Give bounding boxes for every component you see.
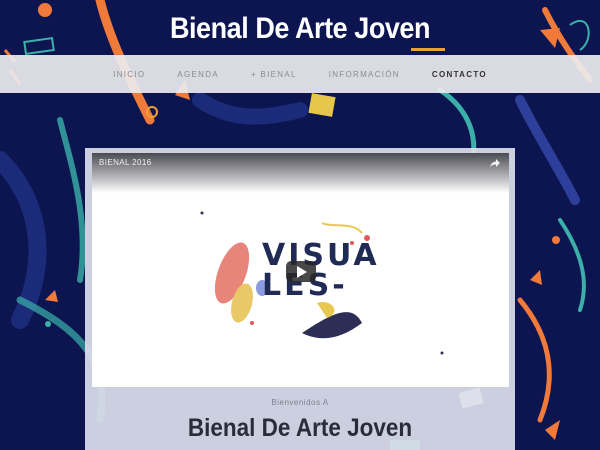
nav-item-mas-bienal[interactable]: + BIENAL — [235, 70, 313, 79]
site-title[interactable]: Bienal De Arte Joven — [30, 12, 570, 46]
title-accent-line — [411, 48, 445, 51]
nav-item-informacion[interactable]: INFORMACIÓN — [313, 70, 416, 79]
artwork-text-line2: LES- — [262, 268, 348, 303]
nav-item-agenda[interactable]: AGENDA — [161, 70, 235, 79]
nav-item-inicio[interactable]: INICIO — [97, 70, 161, 79]
welcome-title: Bienal De Arte Joven — [187, 414, 413, 442]
video-header-overlay — [92, 153, 509, 193]
share-icon[interactable] — [489, 157, 501, 169]
main-navigation: INICIO AGENDA + BIENAL INFORMACIÓN CONTA… — [0, 55, 600, 93]
video-title[interactable]: BIENAL 2016 — [99, 158, 152, 167]
nav-item-contacto[interactable]: CONTACTO — [416, 70, 503, 79]
artwork-text-line1: VISUA — [262, 238, 380, 273]
welcome-subtitle: Bienvenidos A — [271, 398, 329, 407]
video-player[interactable]: VISUA LES- BIENAL 2016 — [92, 153, 509, 387]
play-icon[interactable] — [286, 261, 316, 282]
